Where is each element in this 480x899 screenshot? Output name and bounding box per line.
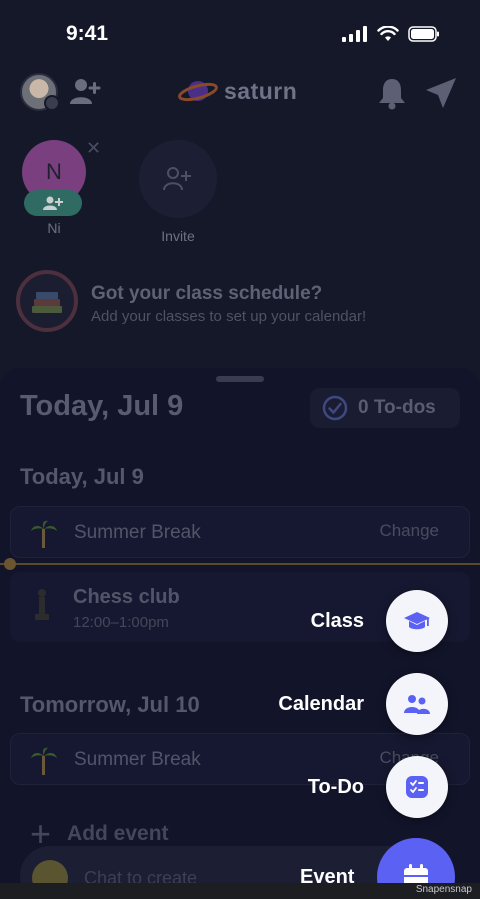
send-icon[interactable]: [424, 76, 458, 110]
schedule-prompt-title: Got your class schedule?: [91, 283, 323, 304]
bell-icon[interactable]: [377, 76, 407, 110]
fab-item-todo[interactable]: To-Do: [308, 756, 448, 818]
checklist-icon: [406, 776, 428, 798]
friend-initial: N: [46, 159, 62, 184]
fab-label: Class: [310, 609, 364, 632]
fab-label: Calendar: [278, 692, 364, 715]
fab-button-todo[interactable]: [386, 756, 448, 818]
add-friend-badge[interactable]: [24, 190, 82, 216]
invite-label: Invite: [161, 228, 195, 244]
sheet-title: Today, Jul 9: [20, 390, 184, 422]
signal-icon: [342, 26, 367, 42]
books-icon: [16, 270, 78, 332]
change-link[interactable]: Change: [379, 521, 439, 541]
status-icons: [342, 26, 440, 42]
menu-badge-icon: [44, 95, 60, 111]
footer-strip: Snapensnap: [0, 883, 480, 899]
event-title: Summer Break: [74, 749, 201, 770]
battery-icon: [408, 26, 439, 42]
status-time: 9:41: [66, 22, 109, 45]
event-card-summer-break[interactable]: Summer Break Change: [10, 506, 470, 558]
todo-count-label: 0 To-dos: [358, 397, 436, 418]
palm-tree-icon: [31, 747, 57, 775]
add-friend-icon[interactable]: [70, 76, 102, 106]
app-logo: saturn: [178, 76, 297, 106]
add-person-icon: [43, 196, 63, 210]
app-screen: 9:41 saturn N Ni ✕ Invite Got your class…: [0, 0, 480, 899]
close-icon[interactable]: ✕: [86, 138, 101, 159]
current-time-line: [0, 563, 480, 565]
status-bar: 9:41: [0, 0, 480, 70]
people-icon: [404, 695, 430, 714]
graduation-cap-icon: [404, 612, 430, 630]
event-title: Summer Break: [74, 522, 201, 543]
schedule-prompt-subtitle: Add your classes to set up your calendar…: [91, 308, 367, 325]
add-event-label: Add event: [67, 822, 169, 845]
friend-item[interactable]: N Ni: [14, 140, 94, 236]
fab-item-calendar[interactable]: Calendar: [278, 673, 448, 735]
todo-count-button[interactable]: 0 To-dos: [310, 388, 460, 428]
event-title: Chess club: [73, 586, 180, 608]
invite-person-icon: [163, 167, 191, 191]
saturn-planet-icon: [178, 81, 218, 102]
palm-tree-icon: [31, 520, 57, 548]
class-schedule-prompt[interactable]: Got your class schedule? Add your classe…: [16, 270, 466, 332]
fab-button-class[interactable]: [386, 590, 448, 652]
wifi-icon: [377, 26, 399, 41]
check-circle-icon: [322, 395, 348, 421]
event-time: 12:00–1:00pm: [73, 614, 169, 631]
sheet-drag-handle[interactable]: [216, 376, 264, 382]
day-heading: Today, Jul 9: [20, 464, 144, 489]
watermark-text: Snapensnap: [415, 884, 472, 895]
chess-piece-icon: [35, 589, 49, 620]
fab-label: To-Do: [307, 775, 364, 798]
invite-item[interactable]: Invite: [138, 140, 218, 244]
day-heading: Tomorrow, Jul 10: [20, 692, 200, 717]
logo-text: saturn: [224, 77, 298, 104]
fab-button-calendar[interactable]: [386, 673, 448, 735]
current-time-dot: [4, 558, 16, 570]
fab-item-class[interactable]: Class: [311, 590, 448, 652]
top-header: saturn: [0, 70, 480, 120]
invite-circle: [139, 140, 217, 218]
friend-label: Ni: [47, 220, 61, 236]
